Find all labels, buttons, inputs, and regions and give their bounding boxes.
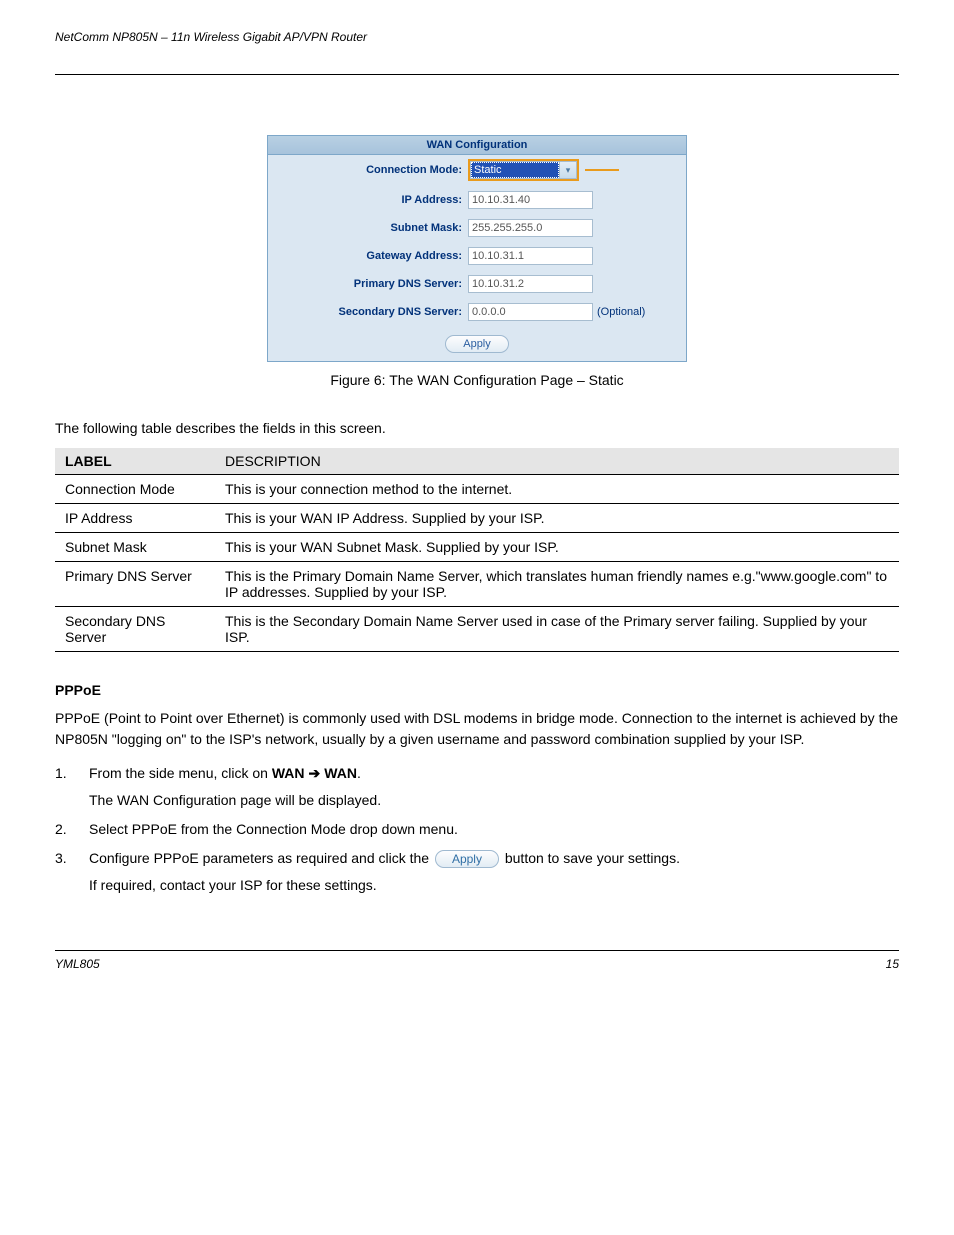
cell-desc: This is the Secondary Domain Name Server… bbox=[215, 607, 899, 652]
chevron-down-icon[interactable]: ▾ bbox=[559, 162, 576, 178]
step-number: 1. bbox=[55, 763, 89, 811]
step-body: Configure PPPoE parameters as required a… bbox=[89, 848, 899, 896]
row-gateway: Gateway Address: bbox=[268, 243, 686, 269]
step-line: If required, contact your ISP for these … bbox=[89, 875, 899, 896]
label-gateway: Gateway Address: bbox=[276, 250, 468, 262]
callout-line bbox=[585, 169, 619, 171]
step-line: Select PPPoE from the Connection Mode dr… bbox=[89, 819, 899, 840]
row-subnet-mask: Subnet Mask: bbox=[268, 215, 686, 241]
table-row: Connection ModeThis is your connection m… bbox=[55, 475, 899, 504]
label-primary-dns: Primary DNS Server: bbox=[276, 278, 468, 290]
wan-panel-title: WAN Configuration bbox=[268, 136, 686, 155]
step-number: 2. bbox=[55, 819, 89, 840]
label-connection-mode: Connection Mode: bbox=[276, 164, 468, 176]
row-ip-address: IP Address: bbox=[268, 187, 686, 213]
pppoe-paragraph: PPPoE (Point to Point over Ethernet) is … bbox=[55, 708, 899, 749]
cell-desc: This is your WAN IP Address. Supplied by… bbox=[215, 504, 899, 533]
cell-label: IP Address bbox=[55, 504, 215, 533]
connection-mode-select[interactable]: Static ▾ bbox=[468, 159, 579, 181]
cell-label: Secondary DNS Server bbox=[55, 607, 215, 652]
step-line: From the side menu, click on WAN➔WAN. bbox=[89, 763, 899, 784]
cell-label: Connection Mode bbox=[55, 475, 215, 504]
footer-left: YML805 bbox=[55, 957, 100, 971]
step-line: The WAN Configuration page will be displ… bbox=[89, 790, 899, 811]
step-item: 3.Configure PPPoE parameters as required… bbox=[55, 844, 899, 900]
header-product: NetComm NP805N – 11n Wireless Gigabit AP… bbox=[55, 30, 367, 44]
step-body: From the side menu, click on WAN➔WAN. The… bbox=[89, 763, 899, 811]
th-label: LABEL bbox=[55, 448, 215, 475]
step-item: 1.From the side menu, click on WAN➔WAN. T… bbox=[55, 759, 899, 815]
label-ip-address: IP Address: bbox=[276, 194, 468, 206]
connection-mode-value: Static bbox=[471, 162, 559, 178]
table-row: IP AddressThis is your WAN IP Address. S… bbox=[55, 504, 899, 533]
table-row: Primary DNS ServerThis is the Primary Do… bbox=[55, 562, 899, 607]
top-divider bbox=[55, 74, 899, 75]
secondary-dns-optional: (Optional) bbox=[597, 306, 645, 318]
apply-button[interactable]: Apply bbox=[445, 335, 509, 353]
pppoe-heading: PPPoE bbox=[55, 682, 899, 698]
row-primary-dns: Primary DNS Server: bbox=[268, 271, 686, 297]
arrow-right-icon: ➔ bbox=[309, 763, 321, 784]
secondary-dns-input[interactable] bbox=[468, 303, 593, 321]
ip-address-input[interactable] bbox=[468, 191, 593, 209]
primary-dns-input[interactable] bbox=[468, 275, 593, 293]
table-row: Secondary DNS ServerThis is the Secondar… bbox=[55, 607, 899, 652]
cell-desc: This is the Primary Domain Name Server, … bbox=[215, 562, 899, 607]
gateway-input[interactable] bbox=[468, 247, 593, 265]
page-footer: YML805 15 bbox=[55, 950, 899, 971]
step-item: 2.Select PPPoE from the Connection Mode … bbox=[55, 815, 899, 844]
step-line: Configure PPPoE parameters as required a… bbox=[89, 848, 899, 869]
apply-button-inline[interactable]: Apply bbox=[435, 850, 499, 868]
wan-config-panel: WAN Configuration Connection Mode: Stati… bbox=[267, 135, 687, 362]
fields-table: LABEL DESCRIPTION Connection ModeThis is… bbox=[55, 448, 899, 652]
cell-desc: This is your connection method to the in… bbox=[215, 475, 899, 504]
step-body: Select PPPoE from the Connection Mode dr… bbox=[89, 819, 899, 840]
subnet-mask-input[interactable] bbox=[468, 219, 593, 237]
row-secondary-dns: Secondary DNS Server: (Optional) bbox=[268, 299, 686, 325]
table-row: Subnet MaskThis is your WAN Subnet Mask.… bbox=[55, 533, 899, 562]
cell-label: Primary DNS Server bbox=[55, 562, 215, 607]
cell-desc: This is your WAN Subnet Mask. Supplied b… bbox=[215, 533, 899, 562]
step-number: 3. bbox=[55, 848, 89, 896]
footer-page-number: 15 bbox=[886, 957, 899, 971]
row-connection-mode: Connection Mode: Static ▾ bbox=[268, 155, 686, 185]
th-desc: DESCRIPTION bbox=[215, 448, 899, 475]
label-subnet-mask: Subnet Mask: bbox=[276, 222, 468, 234]
cell-label: Subnet Mask bbox=[55, 533, 215, 562]
label-secondary-dns: Secondary DNS Server: bbox=[276, 306, 468, 318]
table-intro: The following table describes the fields… bbox=[55, 418, 899, 438]
figure-caption: Figure 6: The WAN Configuration Page – S… bbox=[55, 372, 899, 388]
